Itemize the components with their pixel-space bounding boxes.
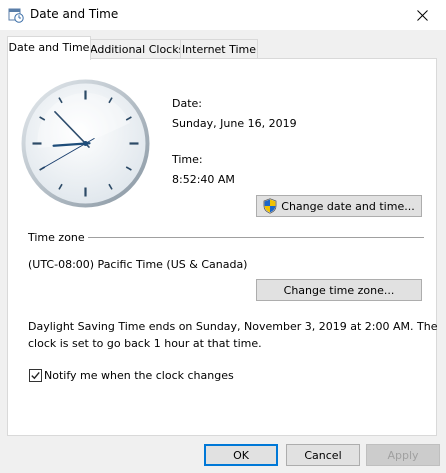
- tab-date-and-time[interactable]: Date and Time: [7, 36, 91, 60]
- apply-label: Apply: [387, 448, 419, 462]
- checkmark-icon: [31, 371, 40, 380]
- time-zone-value: (UTC-08:00) Pacific Time (US & Canada): [28, 258, 248, 271]
- date-label: Date:: [172, 97, 202, 110]
- close-button[interactable]: [400, 0, 446, 30]
- close-icon: [417, 10, 428, 21]
- time-zone-separator: [88, 237, 424, 238]
- change-date-time-label: Change date and time...: [281, 199, 415, 213]
- ok-button[interactable]: OK: [204, 444, 278, 466]
- dst-info-line-2: clock is set to go back 1 hour at that t…: [28, 337, 262, 350]
- window-title: Date and Time: [30, 7, 119, 21]
- apply-button: Apply: [366, 444, 440, 466]
- time-zone-heading: Time zone: [28, 231, 85, 244]
- cancel-label: Cancel: [304, 448, 342, 462]
- date-value: Sunday, June 16, 2019: [172, 117, 297, 130]
- tab-internet-time[interactable]: Internet Time: [180, 39, 258, 59]
- tab-label: Internet Time: [181, 43, 257, 56]
- change-time-zone-label: Change time zone...: [283, 283, 395, 297]
- time-value: 8:52:40 AM: [172, 173, 235, 186]
- date-time-icon: [8, 8, 24, 23]
- uac-shield-icon: [263, 198, 277, 214]
- notify-label[interactable]: Notify me when the clock changes: [44, 369, 234, 382]
- title-bar: Date and Time: [0, 0, 446, 30]
- tab-additional-clocks[interactable]: Additional Clocks: [89, 39, 185, 59]
- dst-info-line-1: Daylight Saving Time ends on Sunday, Nov…: [28, 320, 438, 333]
- time-label: Time:: [172, 153, 203, 166]
- change-time-zone-button[interactable]: Change time zone...: [256, 279, 422, 301]
- analog-clock: [21, 79, 150, 208]
- change-date-time-button[interactable]: Change date and time...: [256, 195, 422, 217]
- tab-label: Date and Time: [8, 41, 90, 54]
- tab-label: Additional Clocks: [90, 43, 185, 56]
- notify-checkbox[interactable]: [29, 369, 42, 382]
- ok-label: OK: [233, 448, 249, 462]
- cancel-button[interactable]: Cancel: [286, 444, 360, 466]
